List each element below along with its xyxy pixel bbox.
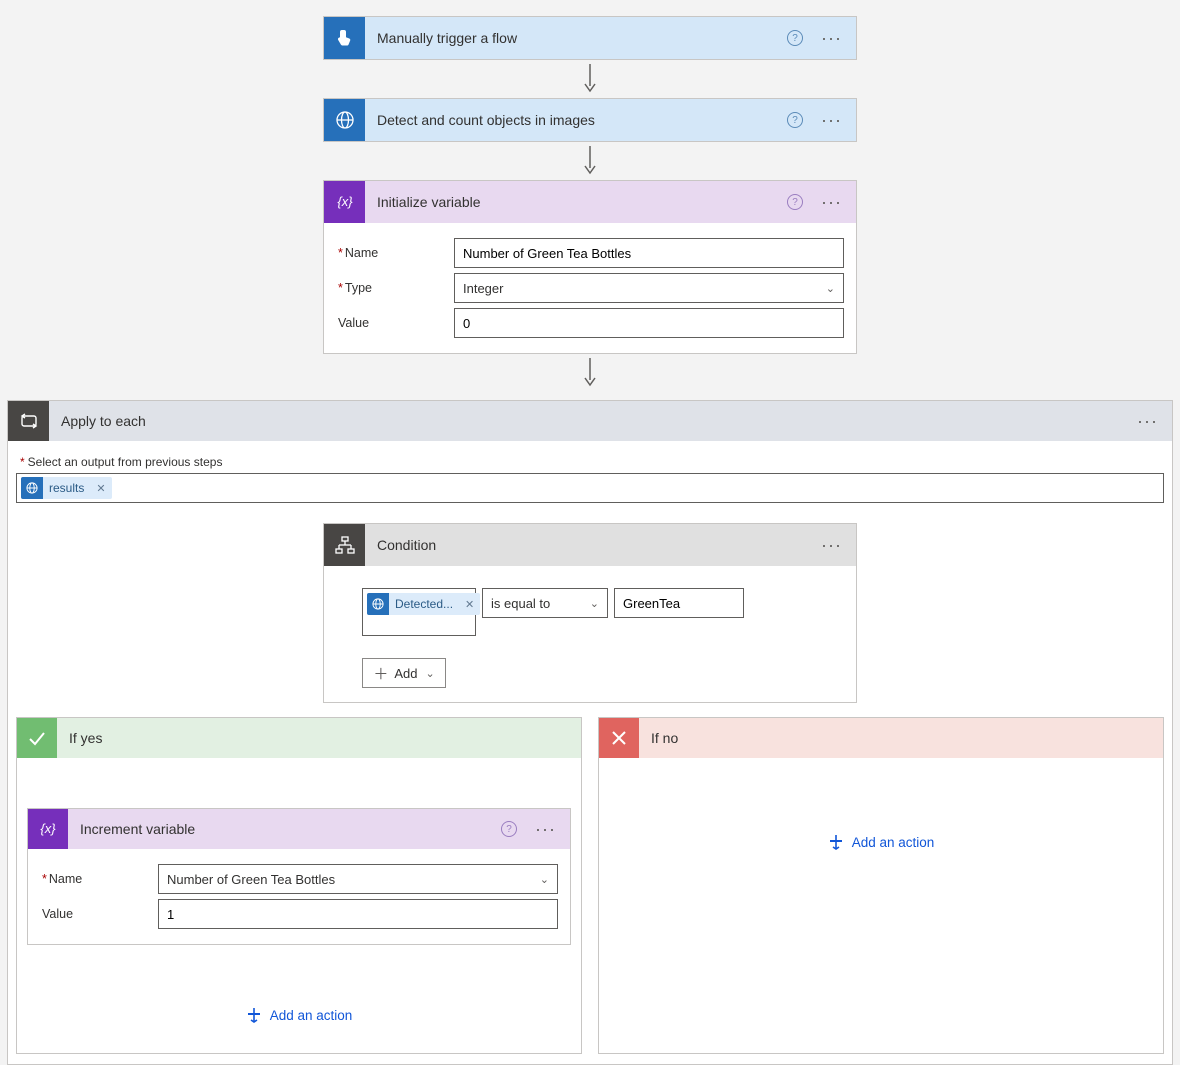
init-var-title: Initialize variable bbox=[365, 194, 787, 210]
foreach-title: Apply to each bbox=[49, 413, 1133, 429]
more-icon[interactable]: ··· bbox=[817, 193, 846, 211]
name-label: Name bbox=[40, 872, 158, 886]
value-input[interactable] bbox=[454, 308, 844, 338]
variable-icon: {x} bbox=[28, 809, 68, 849]
finger-tap-icon bbox=[324, 17, 365, 59]
help-icon[interactable]: ? bbox=[501, 821, 517, 837]
foreach-card: Apply to each ··· Select an output from … bbox=[7, 400, 1173, 1065]
increment-var-header[interactable]: {x} Increment variable ? ··· bbox=[28, 809, 570, 849]
variable-icon: {x} bbox=[324, 181, 365, 223]
svg-text:{x}: {x} bbox=[40, 821, 56, 836]
results-token: results ✕ bbox=[21, 477, 112, 499]
condition-right-input[interactable] bbox=[614, 588, 744, 618]
value-label: Value bbox=[40, 907, 158, 921]
plus-icon: ＋ bbox=[373, 663, 388, 684]
name-input[interactable] bbox=[454, 238, 844, 268]
if-yes-branch: If yes {x} Increment variable bbox=[16, 717, 582, 1054]
more-icon[interactable]: ··· bbox=[817, 29, 846, 47]
svg-text:{x}: {x} bbox=[337, 194, 353, 209]
operator-select[interactable]: is equal to ⌄ bbox=[482, 588, 608, 618]
type-value: Integer bbox=[463, 281, 503, 296]
condition-card: Condition ··· De bbox=[323, 523, 857, 703]
chevron-down-icon: ⌄ bbox=[590, 597, 599, 610]
if-no-title: If no bbox=[639, 730, 1153, 746]
more-icon[interactable]: ··· bbox=[817, 111, 846, 129]
help-icon[interactable]: ? bbox=[787, 30, 803, 46]
condition-icon bbox=[324, 524, 365, 566]
ai-title: Detect and count objects in images bbox=[365, 112, 787, 128]
chevron-down-icon: ⌄ bbox=[540, 873, 549, 886]
more-icon[interactable]: ··· bbox=[531, 820, 560, 838]
token-text: Detected... bbox=[389, 597, 459, 611]
foreach-header[interactable]: Apply to each ··· bbox=[8, 401, 1172, 441]
remove-token-icon[interactable]: ✕ bbox=[459, 598, 480, 611]
trigger-header[interactable]: Manually trigger a flow ? ··· bbox=[324, 17, 856, 59]
add-action-button[interactable]: Add an action bbox=[27, 1007, 571, 1023]
if-yes-header[interactable]: If yes bbox=[17, 718, 581, 758]
check-icon bbox=[17, 718, 57, 758]
if-yes-title: If yes bbox=[57, 730, 571, 746]
value-input[interactable] bbox=[158, 899, 558, 929]
trigger-title: Manually trigger a flow bbox=[365, 30, 787, 46]
loop-icon bbox=[8, 401, 49, 441]
type-label: Type bbox=[336, 281, 454, 295]
ai-sphere-icon bbox=[21, 477, 43, 499]
arrow-icon bbox=[323, 60, 857, 98]
chevron-down-icon: ⌄ bbox=[425, 667, 434, 680]
more-icon[interactable]: ··· bbox=[817, 536, 846, 554]
arrow-icon bbox=[323, 354, 857, 392]
more-icon[interactable]: ··· bbox=[1133, 412, 1162, 430]
help-icon[interactable]: ? bbox=[787, 194, 803, 210]
help-icon[interactable]: ? bbox=[787, 112, 803, 128]
init-var-header[interactable]: {x} Initialize variable ? ··· bbox=[324, 181, 856, 223]
operator-value: is equal to bbox=[491, 596, 550, 611]
trigger-card: Manually trigger a flow ? ··· bbox=[323, 16, 857, 60]
foreach-select-label: Select an output from previous steps bbox=[20, 455, 1164, 469]
foreach-input[interactable]: results ✕ bbox=[16, 473, 1164, 503]
token-text: results bbox=[43, 481, 90, 495]
condition-left-input[interactable]: Detected... ✕ bbox=[362, 588, 476, 636]
init-var-card: {x} Initialize variable ? ··· Name Type … bbox=[323, 180, 857, 354]
increment-var-title: Increment variable bbox=[68, 821, 501, 837]
condition-header[interactable]: Condition ··· bbox=[324, 524, 856, 566]
ai-card: Detect and count objects in images ? ··· bbox=[323, 98, 857, 142]
condition-title: Condition bbox=[365, 537, 817, 553]
remove-token-icon[interactable]: ✕ bbox=[90, 482, 111, 495]
type-select[interactable]: Integer ⌄ bbox=[454, 273, 844, 303]
value-label: Value bbox=[336, 316, 454, 330]
add-condition-button[interactable]: ＋ Add ⌄ bbox=[362, 658, 446, 688]
arrow-icon bbox=[323, 142, 857, 180]
add-action-button[interactable]: Add an action bbox=[609, 834, 1153, 850]
if-no-header[interactable]: If no bbox=[599, 718, 1163, 758]
detected-token: Detected... ✕ bbox=[367, 593, 480, 615]
add-action-label: Add an action bbox=[270, 1008, 353, 1023]
ai-header[interactable]: Detect and count objects in images ? ··· bbox=[324, 99, 856, 141]
name-label: Name bbox=[336, 246, 454, 260]
increment-var-card: {x} Increment variable ? ··· bbox=[27, 808, 571, 945]
chevron-down-icon: ⌄ bbox=[826, 282, 835, 295]
add-label: Add bbox=[394, 666, 417, 681]
name-value: Number of Green Tea Bottles bbox=[167, 872, 335, 887]
add-action-label: Add an action bbox=[852, 835, 935, 850]
if-no-branch: If no Add an action bbox=[598, 717, 1164, 1054]
ai-sphere-icon bbox=[324, 99, 365, 141]
close-icon bbox=[599, 718, 639, 758]
ai-sphere-icon bbox=[367, 593, 389, 615]
name-select[interactable]: Number of Green Tea Bottles ⌄ bbox=[158, 864, 558, 894]
